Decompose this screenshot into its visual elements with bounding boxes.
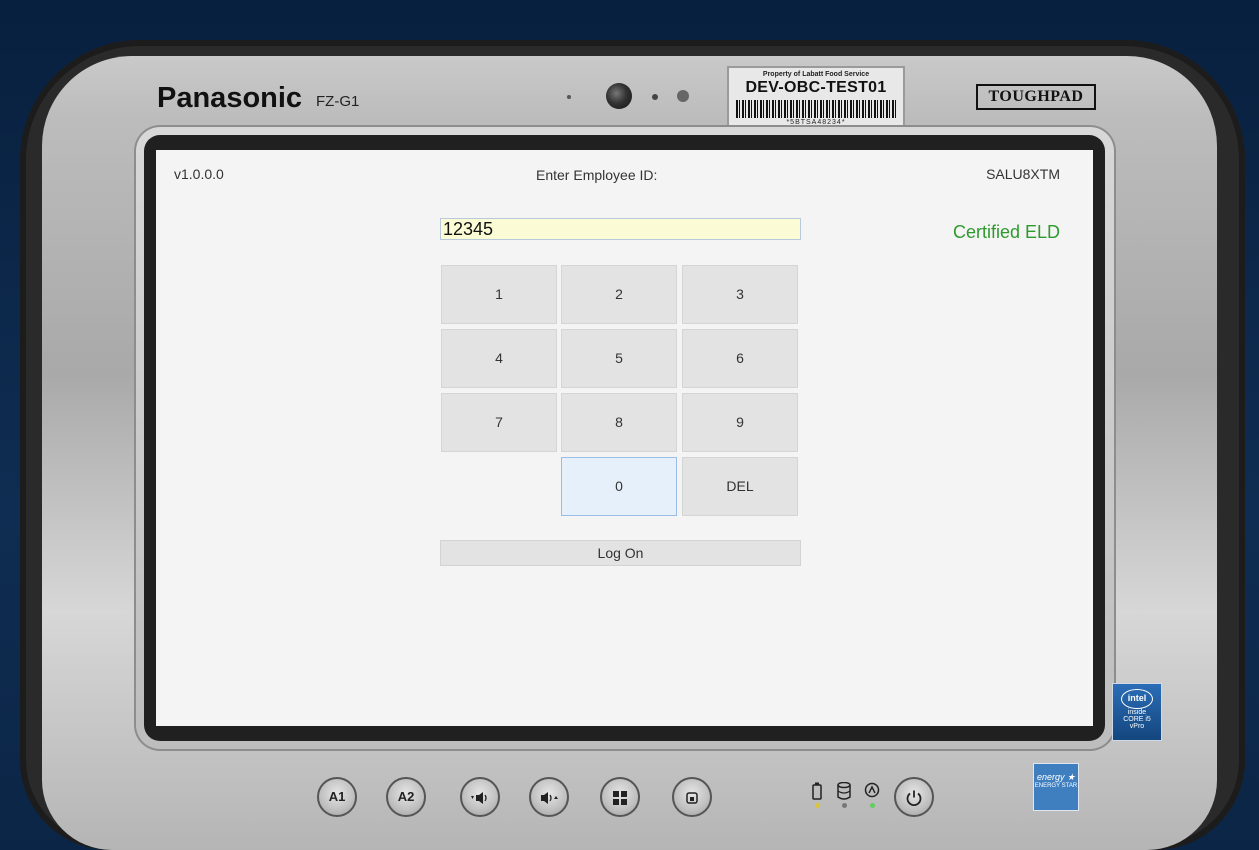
- volume-down-icon: [471, 791, 487, 804]
- page-title: Enter Employee ID:: [536, 167, 658, 183]
- volume-up-icon: [541, 791, 558, 804]
- rotation-lock-button[interactable]: [672, 777, 712, 817]
- keypad-key-5[interactable]: 5: [561, 329, 677, 388]
- keypad-key-2[interactable]: 2: [561, 265, 677, 324]
- battery-led: [815, 803, 820, 808]
- light-sensor: [677, 90, 689, 102]
- camera-icon: [606, 83, 632, 109]
- log-on-button[interactable]: Log On: [440, 540, 801, 566]
- app-screen: v1.0.0.0 Enter Employee ID: SALU8XTM Cer…: [156, 150, 1093, 726]
- energy-star-label: ENERGY STAR: [1034, 783, 1078, 789]
- keypad-key-9[interactable]: 9: [682, 393, 798, 452]
- employee-id-input[interactable]: 12345: [440, 218, 801, 240]
- intel-vpro-label: vPro: [1129, 723, 1145, 730]
- a1-button[interactable]: A1: [317, 777, 357, 817]
- energy-star-badge: energy ★ ENERGY STAR: [1033, 763, 1079, 811]
- storage-icon: [837, 781, 851, 805]
- volume-up-button[interactable]: [529, 777, 569, 817]
- keypad-key-0[interactable]: 0: [561, 457, 677, 516]
- rotation-lock-icon: [686, 791, 698, 804]
- keypad-delete-button[interactable]: DEL: [682, 457, 798, 516]
- barcode: [736, 100, 896, 118]
- keypad-key-4[interactable]: 4: [441, 329, 557, 388]
- wireless-icon: [864, 782, 880, 805]
- sensor-dot: [652, 94, 658, 100]
- energy-star-logo: energy ★: [1036, 772, 1076, 782]
- toughpad-badge: TOUGHPAD: [976, 84, 1096, 110]
- power-icon: [906, 790, 922, 806]
- power-button[interactable]: [894, 777, 934, 817]
- keypad-key-3[interactable]: 3: [682, 265, 798, 324]
- wireless-led: [870, 803, 875, 808]
- asset-tag-name: DEV-OBC-TEST01: [745, 79, 887, 96]
- volume-down-button[interactable]: [460, 777, 500, 817]
- windows-button[interactable]: [600, 777, 640, 817]
- certified-eld-label: Certified ELD: [952, 222, 1060, 242]
- intel-badge: intel inside CORE i5 vPro: [1112, 683, 1162, 741]
- keypad-key-6[interactable]: 6: [682, 329, 798, 388]
- asset-tag-owner: Property of Labatt Food Service: [762, 71, 870, 78]
- a2-button[interactable]: A2: [386, 777, 426, 817]
- model-label: FZ-G1: [316, 93, 360, 110]
- keypad-key-7[interactable]: 7: [441, 393, 557, 452]
- storage-led: [842, 803, 847, 808]
- intel-inside-label: inside: [1127, 709, 1147, 716]
- windows-icon: [613, 790, 627, 805]
- battery-icon: [812, 782, 822, 805]
- device-id: SALU8XTM: [986, 166, 1060, 182]
- intel-logo: intel: [1121, 689, 1153, 709]
- keypad-key-1[interactable]: 1: [441, 265, 557, 324]
- intel-core-label: CORE i5: [1123, 716, 1151, 723]
- keypad-key-8[interactable]: 8: [561, 393, 677, 452]
- app-version: v1.0.0.0: [174, 166, 224, 182]
- brand-logo: Panasonic: [157, 82, 303, 114]
- sensor-dot: [567, 95, 571, 99]
